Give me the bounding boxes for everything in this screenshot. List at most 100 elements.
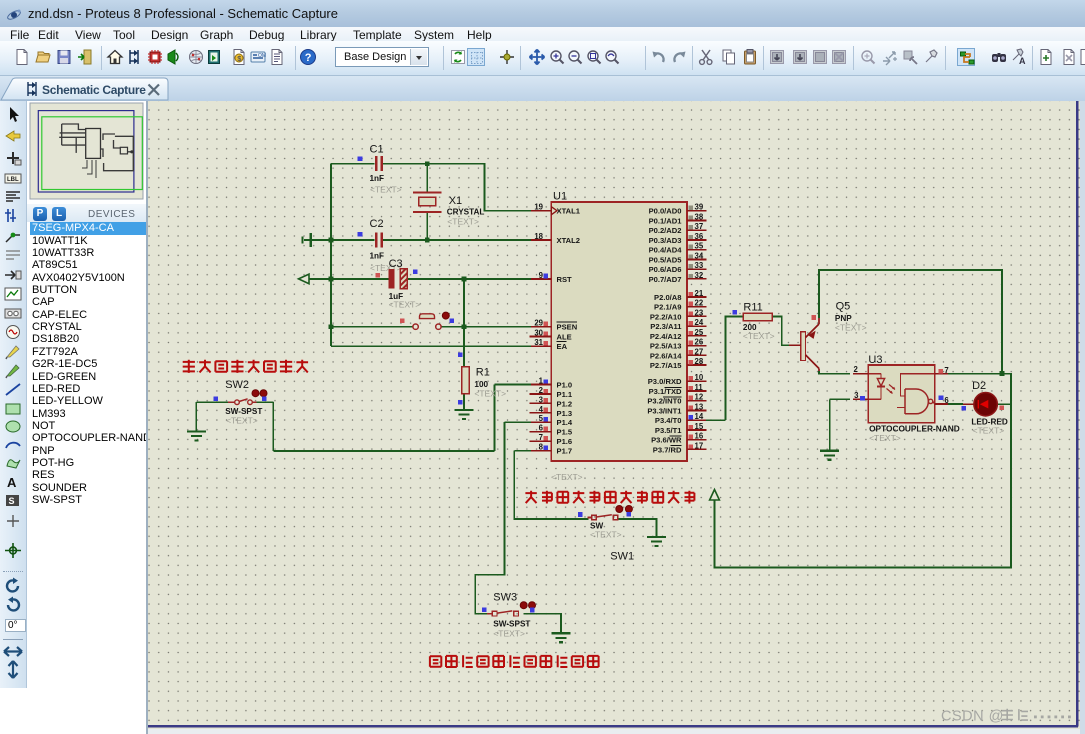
svg-text:P1.3: P1.3: [557, 409, 573, 418]
svg-text:P0.0/AD0: P0.0/AD0: [649, 207, 682, 216]
svg-text:<TEXT>: <TEXT>: [493, 629, 525, 639]
svg-text:3: 3: [854, 391, 859, 400]
svg-text:16: 16: [695, 432, 704, 441]
svg-text:2: 2: [539, 386, 544, 395]
svg-text:OM: OM: [258, 53, 266, 59]
svg-text:P3.3/INT1: P3.3/INT1: [647, 406, 682, 415]
svg-text:P2.5/A13: P2.5/A13: [650, 342, 682, 351]
svg-text:1nF: 1nF: [370, 252, 385, 261]
svg-text:32: 32: [695, 271, 704, 280]
svg-text:P3.4/T0: P3.4/T0: [655, 416, 682, 425]
svg-text:P3.6/WR: P3.6/WR: [651, 436, 682, 445]
svg-text:CSDN @: CSDN @: [941, 709, 1004, 725]
svg-text:A: A: [7, 475, 17, 490]
svg-text:<TEXT>: <TEXT>: [389, 299, 421, 309]
svg-text:38: 38: [695, 212, 704, 221]
svg-text:EA: EA: [557, 342, 568, 351]
svg-text:SW3: SW3: [493, 591, 517, 603]
svg-text:C2: C2: [370, 218, 384, 230]
svg-text:4: 4: [539, 405, 544, 414]
svg-text:8: 8: [539, 443, 544, 452]
svg-text:P3.5/T1: P3.5/T1: [655, 426, 682, 435]
svg-text:P1.5: P1.5: [557, 428, 573, 437]
svg-text:21: 21: [695, 289, 704, 298]
svg-text:P1.2: P1.2: [557, 399, 573, 408]
svg-text:18: 18: [534, 232, 543, 241]
svg-text:<TEXT>: <TEXT>: [474, 389, 506, 399]
svg-text:7: 7: [944, 366, 948, 375]
svg-text:15: 15: [695, 422, 704, 431]
svg-text:P3.0/RXD: P3.0/RXD: [648, 377, 682, 386]
svg-text:34: 34: [695, 251, 704, 260]
svg-text:29: 29: [534, 319, 543, 328]
svg-text:Schematic Capture: Schematic Capture: [42, 83, 146, 97]
svg-text:U3: U3: [868, 354, 882, 366]
svg-text:P0.3/AD3: P0.3/AD3: [649, 236, 682, 245]
svg-text:6: 6: [944, 396, 949, 405]
svg-text:ALE: ALE: [557, 332, 572, 341]
svg-text:<TEXT>: <TEXT>: [447, 217, 479, 227]
svg-text:23: 23: [695, 308, 704, 317]
svg-text:35: 35: [695, 242, 704, 251]
svg-text:P2.2/A10: P2.2/A10: [650, 312, 682, 321]
svg-text:<TEXT>: <TEXT>: [743, 331, 775, 341]
svg-text:24: 24: [695, 318, 704, 327]
svg-text:S: S: [9, 496, 15, 506]
svg-text:P0.5/AD5: P0.5/AD5: [649, 255, 683, 264]
svg-text:Q5: Q5: [836, 301, 851, 313]
svg-text:2: 2: [853, 365, 858, 374]
svg-text:39: 39: [695, 203, 704, 212]
svg-text:<TEXT>: <TEXT>: [835, 323, 867, 333]
svg-text:10: 10: [695, 373, 704, 382]
svg-text:U1: U1: [553, 191, 567, 203]
svg-text:D2: D2: [972, 380, 986, 392]
svg-text:6: 6: [539, 424, 544, 433]
svg-text:P2.6/A14: P2.6/A14: [650, 351, 682, 360]
svg-text:27: 27: [695, 347, 704, 356]
svg-text:1: 1: [539, 376, 544, 385]
svg-text:C3: C3: [389, 258, 403, 270]
svg-text:A: A: [1019, 56, 1026, 66]
svg-text:P1.0: P1.0: [557, 380, 573, 389]
svg-text:36: 36: [695, 232, 704, 241]
svg-text:19: 19: [534, 203, 543, 212]
svg-text:31: 31: [534, 338, 543, 347]
svg-text:CRYSTAL: CRYSTAL: [447, 208, 485, 217]
svg-text:LBL: LBL: [7, 177, 19, 183]
svg-text:26: 26: [695, 338, 704, 347]
svg-text:<TEXT>: <TEXT>: [869, 433, 901, 443]
svg-text:SW-SPST: SW-SPST: [493, 619, 530, 628]
svg-text:12: 12: [695, 393, 704, 402]
svg-text:22: 22: [695, 299, 704, 308]
svg-text:37: 37: [695, 222, 704, 231]
svg-text:14: 14: [695, 412, 704, 421]
svg-text:P3.2/INT0: P3.2/INT0: [647, 397, 681, 406]
svg-text:33: 33: [695, 261, 704, 270]
svg-text:9: 9: [539, 271, 544, 280]
svg-text:P2.7/A15: P2.7/A15: [650, 361, 682, 370]
svg-text:P0.2/AD2: P0.2/AD2: [649, 226, 682, 235]
svg-text:1nF: 1nF: [370, 174, 385, 183]
svg-text:X1: X1: [449, 195, 462, 207]
svg-text:13: 13: [695, 402, 704, 411]
svg-text:<TEXT>: <TEXT>: [370, 184, 402, 194]
svg-text:XTAL1: XTAL1: [557, 207, 581, 216]
svg-text:RST: RST: [557, 275, 573, 284]
svg-text:P2.3/A11: P2.3/A11: [650, 322, 682, 331]
svg-text:3: 3: [539, 395, 544, 404]
svg-text:SW2: SW2: [225, 379, 249, 391]
svg-text:P1.6: P1.6: [557, 437, 573, 446]
svg-text:7: 7: [539, 433, 543, 442]
svg-text:P2.1/A9: P2.1/A9: [654, 303, 681, 312]
svg-text:XTAL2: XTAL2: [557, 236, 581, 245]
svg-text:11: 11: [695, 383, 704, 392]
svg-text:?: ?: [305, 52, 312, 64]
svg-text:17: 17: [695, 441, 704, 450]
svg-text:R1: R1: [476, 367, 490, 379]
svg-text:P1.1: P1.1: [557, 390, 573, 399]
svg-text:P0.1/AD1: P0.1/AD1: [649, 216, 683, 225]
svg-text:SW1: SW1: [610, 551, 634, 563]
svg-text:30: 30: [534, 328, 543, 337]
svg-text:P3.1/TXD: P3.1/TXD: [649, 387, 682, 396]
svg-text:5: 5: [539, 414, 544, 423]
